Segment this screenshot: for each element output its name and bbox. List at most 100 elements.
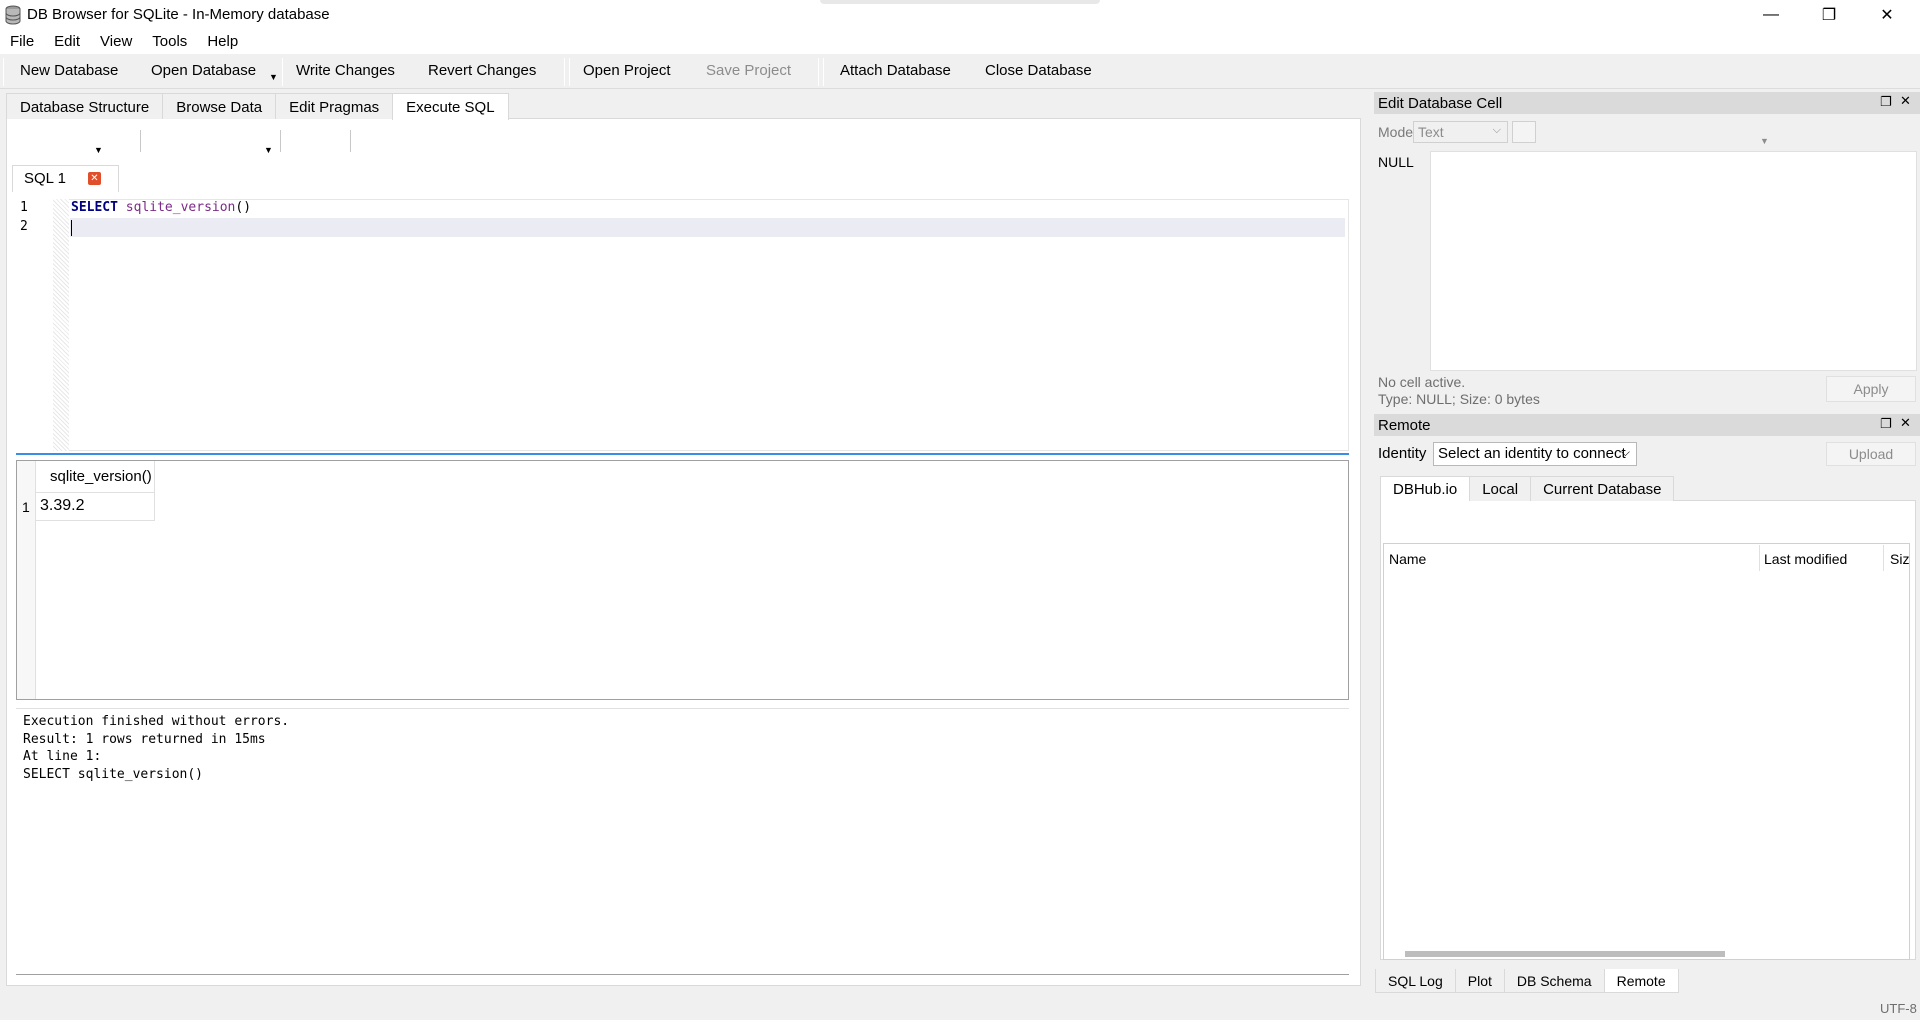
editor-results-splitter[interactable]: [16, 453, 1349, 455]
float-dock-icon[interactable]: ❐: [1880, 94, 1892, 110]
text-caret: [71, 220, 72, 236]
tab-local[interactable]: Local: [1469, 476, 1532, 501]
menu-bar: File Edit View Tools Help: [0, 30, 1920, 54]
message-line: SELECT sqlite_version(): [23, 767, 204, 782]
close-database-button[interactable]: Close Database: [985, 62, 1092, 79]
result-cell-value: 3.39.2: [40, 497, 85, 514]
tab-db-schema[interactable]: DB Schema: [1503, 969, 1605, 993]
null-indicator: NULL: [1378, 154, 1414, 170]
tab-browse-data[interactable]: Browse Data: [162, 93, 277, 119]
toolbar-separator: [564, 58, 565, 86]
toolbar-separator: [3, 58, 4, 86]
row-number[interactable]: 1: [22, 499, 30, 515]
open-project-button[interactable]: Open Project: [583, 62, 671, 79]
sql-toolbar: ▼ ▼: [12, 124, 1112, 156]
tab-execute-sql[interactable]: Execute SQL: [392, 93, 509, 120]
toolbar-separator: [280, 130, 281, 152]
tab-database-structure[interactable]: Database Structure: [6, 93, 164, 119]
window-title: DB Browser for SQLite - In-Memory databa…: [27, 6, 330, 23]
cell-status: No cell active.: [1378, 374, 1466, 390]
tab-dbhub[interactable]: DBHub.io: [1380, 476, 1471, 501]
message-line: At line 1:: [23, 749, 102, 764]
toolbar-separator: [818, 58, 819, 86]
cell-type-info: Type: NULL; Size: 0 bytes: [1378, 391, 1540, 407]
chevron-down-icon: ⌵: [1620, 445, 1630, 459]
dock-tab-bar: SQL Log Plot DB Schema Remote: [1375, 969, 1679, 993]
tab-sql-log[interactable]: SQL Log: [1375, 969, 1456, 993]
dropdown-arrow-icon[interactable]: ▼: [1760, 136, 1769, 146]
save-project-button[interactable]: Save Project: [706, 62, 791, 79]
apply-button[interactable]: Apply: [1826, 376, 1916, 402]
column-header-label: sqlite_version(): [50, 468, 152, 485]
identity-select-value: Select an identity to connect: [1438, 445, 1626, 462]
minimize-button[interactable]: —: [1742, 0, 1800, 30]
identity-label: Identity: [1378, 445, 1427, 462]
open-database-button[interactable]: Open Database: [151, 62, 256, 79]
menu-view[interactable]: View: [90, 30, 142, 54]
menu-file[interactable]: File: [0, 30, 44, 54]
menu-tools[interactable]: Tools: [142, 30, 197, 54]
identity-select[interactable]: Select an identity to connect ⌵: [1433, 442, 1637, 466]
sql-tab-label: SQL 1: [24, 170, 66, 187]
toolbar-separator: [350, 130, 351, 152]
chevron-down-icon: ⌵: [1492, 124, 1501, 136]
fold-margin: [53, 199, 69, 451]
toolbar-separator: [140, 130, 141, 152]
code-line: SELECT sqlite_version(): [71, 200, 251, 215]
upload-button[interactable]: Upload: [1826, 442, 1916, 466]
main-toolbar: New Database Open Database ▼ Write Chang…: [0, 54, 1920, 89]
remote-file-list[interactable]: [1383, 543, 1910, 960]
tab-edit-pragmas[interactable]: Edit Pragmas: [275, 93, 394, 119]
sql-parens: (): [235, 200, 252, 215]
database-icon: [5, 5, 21, 25]
mode-select[interactable]: Text ⌵: [1413, 121, 1508, 143]
mode-select-value: Text: [1418, 124, 1444, 140]
tab-plot[interactable]: Plot: [1454, 969, 1505, 993]
column-separator[interactable]: [1883, 545, 1884, 571]
sql-keyword: SELECT: [71, 200, 118, 215]
new-database-button[interactable]: New Database: [20, 62, 118, 79]
current-line-highlight: [70, 218, 1345, 237]
revert-changes-button[interactable]: Revert Changes: [428, 62, 536, 79]
results-grid[interactable]: [16, 460, 1349, 700]
attach-database-button[interactable]: Attach Database: [840, 62, 951, 79]
remote-tab-bar: DBHub.io Local Current Database: [1380, 476, 1675, 501]
auto-format-button[interactable]: [1512, 121, 1536, 143]
menu-help[interactable]: Help: [197, 30, 248, 54]
toolbar-separator: [282, 58, 283, 86]
open-database-dropdown-icon[interactable]: ▼: [269, 72, 278, 82]
edit-cell-title: Edit Database Cell: [1378, 95, 1503, 112]
line-number: 2: [20, 219, 28, 234]
divider: [16, 974, 1349, 975]
column-separator[interactable]: [1759, 545, 1760, 571]
tab-remote[interactable]: Remote: [1603, 969, 1679, 993]
title-bar-shadow: [820, 0, 1100, 4]
horizontal-scrollbar[interactable]: [1405, 951, 1725, 957]
float-dock-icon[interactable]: ❐: [1880, 416, 1892, 432]
edit-cell-dock-title: Edit Database Cell: [1374, 92, 1920, 114]
close-dock-icon[interactable]: ✕: [1900, 415, 1911, 431]
close-tab-icon[interactable]: ✕: [88, 172, 101, 185]
menu-edit[interactable]: Edit: [44, 30, 90, 54]
write-changes-button[interactable]: Write Changes: [296, 62, 395, 79]
column-header-last-modified[interactable]: Last modified: [1764, 551, 1847, 567]
tab-current-database[interactable]: Current Database: [1530, 476, 1675, 501]
remote-title: Remote: [1378, 417, 1431, 434]
close-window-button[interactable]: ✕: [1858, 0, 1916, 30]
encoding-status: UTF-8: [1880, 1001, 1917, 1016]
sql-function: sqlite_version: [125, 200, 236, 215]
message-line: Result: 1 rows returned in 15ms: [23, 732, 266, 747]
message-pane[interactable]: [16, 708, 1349, 974]
execute-dropdown-icon[interactable]: ▼: [264, 145, 273, 155]
main-tab-bar: Database Structure Browse Data Edit Prag…: [6, 93, 509, 120]
toolbar-separator: [823, 58, 824, 86]
line-number: 1: [20, 200, 28, 215]
column-header-name[interactable]: Name: [1389, 551, 1426, 567]
column-header-size[interactable]: Size: [1890, 551, 1910, 567]
close-dock-icon[interactable]: ✕: [1900, 93, 1911, 109]
restore-button[interactable]: ❐: [1800, 0, 1858, 30]
message-line: Execution finished without errors.: [23, 714, 290, 729]
open-sql-dropdown-icon[interactable]: ▼: [94, 145, 103, 155]
row-header-column: [17, 461, 36, 699]
cell-editor[interactable]: [1430, 151, 1917, 371]
